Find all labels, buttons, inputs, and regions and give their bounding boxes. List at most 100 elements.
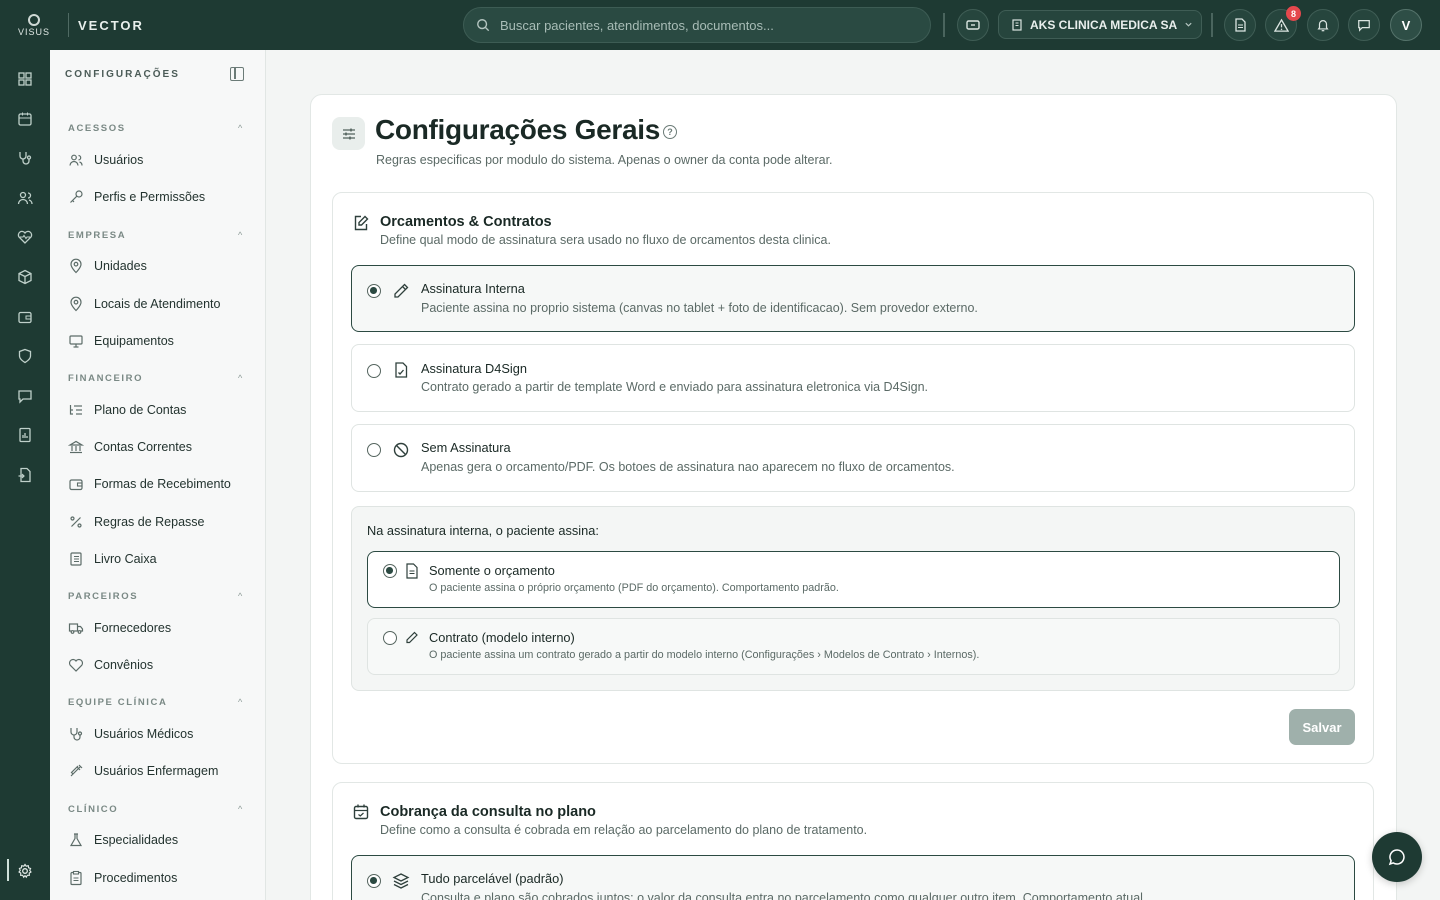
chevron-up-icon[interactable]: ^ xyxy=(238,591,242,601)
logo-mark xyxy=(28,13,40,26)
sidebar-item-livro-caixa[interactable]: Livro Caixa xyxy=(68,551,157,567)
stethoscope-icon[interactable] xyxy=(15,148,35,168)
stethoscope-icon xyxy=(70,728,83,741)
radio-tudo-parcelavel[interactable] xyxy=(367,874,381,888)
sidebar-item-unidades[interactable]: Unidades xyxy=(68,258,147,274)
option-title: Tudo parcelável (padrão) xyxy=(421,871,564,886)
shield-icon[interactable] xyxy=(15,346,35,366)
sidebar-item-especialidades[interactable]: Especialidades xyxy=(68,832,178,848)
sidebar-item-perfis[interactable]: Perfis e Permissões xyxy=(68,189,205,205)
message-icon[interactable] xyxy=(15,386,35,406)
sidebar-item-locais[interactable]: Locais de Atendimento xyxy=(68,296,220,312)
section-parceiros[interactable]: PARCEIROS xyxy=(68,591,138,602)
option-somente-orcamento[interactable]: Somente o orçamento O paciente assina o … xyxy=(367,551,1340,608)
section-empresa[interactable]: EMPRESA xyxy=(68,230,126,241)
sidebar-item-label: Usuários xyxy=(94,153,144,167)
option-assinatura-d4sign[interactable]: Assinatura D4Sign Contrato gerado a part… xyxy=(351,344,1355,412)
monitor-icon xyxy=(69,335,83,348)
save-button[interactable]: Salvar xyxy=(1289,709,1355,745)
section-financeiro[interactable]: FINANCEIRO xyxy=(68,373,143,384)
chevron-up-icon[interactable]: ^ xyxy=(238,373,242,383)
option-sem-assinatura[interactable]: Sem Assinatura Apenas gera o orcamento/P… xyxy=(351,424,1355,492)
alerts-button[interactable]: 8 xyxy=(1265,6,1301,41)
sidebar-item-usuarios[interactable]: Usuários xyxy=(68,152,143,168)
file-text-icon xyxy=(406,563,418,579)
option-description: Paciente assina no proprio sistema (canv… xyxy=(421,301,978,315)
sidebar-item-convenios[interactable]: Convênios xyxy=(68,657,153,673)
chevron-down-icon xyxy=(1185,22,1192,27)
ticket-button[interactable] xyxy=(957,9,989,41)
file-signature-icon xyxy=(395,362,408,378)
section-equipe-clinica[interactable]: EQUIPE CLÍNICA xyxy=(68,697,167,708)
chevron-up-icon[interactable]: ^ xyxy=(238,230,242,240)
sidebar-item-label: Formas de Recebimento xyxy=(94,477,231,491)
card-title: Orcamentos & Contratos xyxy=(380,214,552,230)
option-description: Consulta e plano são cobrados juntos: o … xyxy=(421,891,1147,900)
option-title: Assinatura D4Sign xyxy=(421,361,527,376)
sidebar-item-usuarios-medicos[interactable]: Usuários Médicos xyxy=(68,726,193,742)
dashboard-icon[interactable] xyxy=(15,69,35,89)
bank-icon xyxy=(68,440,84,454)
radio-assinatura-interna[interactable] xyxy=(367,284,381,298)
sliders-icon xyxy=(332,117,365,150)
visus-logo[interactable]: VISUS xyxy=(0,0,68,50)
radio-assinatura-d4sign[interactable] xyxy=(367,364,381,378)
box-icon[interactable] xyxy=(15,267,35,287)
wallet-icon[interactable] xyxy=(15,307,35,327)
chevron-up-icon[interactable]: ^ xyxy=(238,804,242,814)
option-assinatura-interna[interactable]: Assinatura Interna Paciente assina no pr… xyxy=(351,265,1355,332)
help-icon[interactable]: ? xyxy=(663,125,677,139)
radio-contrato-modelo-interno[interactable] xyxy=(383,631,397,645)
chevron-up-icon[interactable]: ^ xyxy=(238,697,242,707)
chevron-up-icon[interactable]: ^ xyxy=(238,123,242,133)
rail-active-indicator xyxy=(7,859,9,881)
edit-document-icon xyxy=(354,215,369,231)
section-acessos[interactable]: ACESSOS xyxy=(68,123,126,134)
ban-icon xyxy=(393,442,409,458)
sidebar-item-formas-recebimento[interactable]: Formas de Recebimento xyxy=(68,476,231,492)
global-search-input[interactable]: Buscar pacientes, atendimentos, document… xyxy=(463,7,931,43)
document-exchange-icon[interactable] xyxy=(15,465,35,485)
icon-rail xyxy=(0,50,50,900)
ticket-icon xyxy=(966,20,980,30)
sidebar-item-label: Livro Caixa xyxy=(94,552,157,566)
users-icon[interactable] xyxy=(15,188,35,208)
sidebar-item-label: Especialidades xyxy=(94,833,179,847)
clinic-selector[interactable]: AKS CLINICA MEDICA SA xyxy=(998,10,1202,39)
orcamentos-card: Orcamentos & Contratos Define qual modo … xyxy=(332,192,1374,764)
option-tudo-parcelavel[interactable]: Tudo parcelável (padrão) Consulta e plan… xyxy=(351,855,1355,900)
flask-icon xyxy=(69,833,83,847)
calendar-icon[interactable] xyxy=(15,109,35,129)
sidebar-item-fornecedores[interactable]: Fornecedores xyxy=(68,620,171,636)
wallet-icon xyxy=(69,479,83,491)
section-clinico[interactable]: CLÍNICO xyxy=(68,804,118,815)
clipboard-icon xyxy=(70,870,82,886)
topbar-divider xyxy=(943,13,945,37)
sidebar-item-equipamentos[interactable]: Equipamentos xyxy=(68,333,174,349)
support-chat-button[interactable] xyxy=(1372,832,1422,882)
sidebar-item-usuarios-enfermagem[interactable]: Usuários Enfermagem xyxy=(68,763,218,779)
documents-button[interactable] xyxy=(1224,9,1256,41)
topbar-divider xyxy=(1211,13,1213,37)
radio-somente-orcamento[interactable] xyxy=(383,564,397,578)
sidebar-item-regras-repasse[interactable]: Regras de Repasse xyxy=(68,514,204,530)
heart-pulse-icon[interactable] xyxy=(15,227,35,247)
messages-button[interactable] xyxy=(1348,9,1380,41)
user-avatar[interactable]: V xyxy=(1390,9,1422,41)
sidebar-item-label: Procedimentos xyxy=(94,871,178,885)
option-description: Apenas gera o orcamento/PDF. Os botoes d… xyxy=(421,460,955,474)
option-description: O paciente assina o próprio orçamento (P… xyxy=(429,582,839,594)
report-icon[interactable] xyxy=(15,425,35,445)
sidebar-item-procedimentos[interactable]: Procedimentos xyxy=(68,870,177,886)
alerts-count-badge: 8 xyxy=(1286,6,1301,21)
settings-gear-icon[interactable] xyxy=(15,861,35,881)
card-title: Cobrança da consulta no plano xyxy=(380,804,596,820)
notifications-button[interactable] xyxy=(1307,9,1339,41)
sidebar-item-plano-contas[interactable]: Plano de Contas xyxy=(68,402,186,418)
radio-sem-assinatura[interactable] xyxy=(367,443,381,457)
collapse-sidebar-icon[interactable] xyxy=(230,67,244,81)
sidebar-item-label: Plano de Contas xyxy=(94,403,187,417)
sidebar-item-label: Convênios xyxy=(94,658,154,672)
option-contrato-modelo-interno[interactable]: Contrato (modelo interno) O paciente ass… xyxy=(367,618,1340,675)
sidebar-item-contas-correntes[interactable]: Contas Correntes xyxy=(68,439,192,455)
